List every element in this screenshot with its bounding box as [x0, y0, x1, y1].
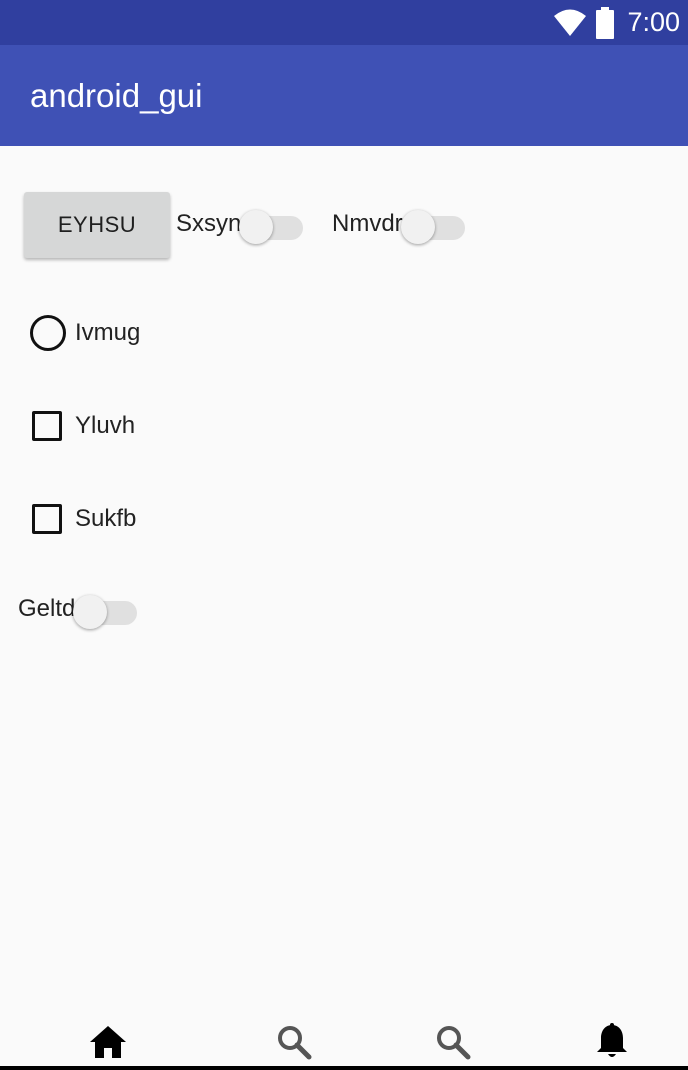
app-title: android_gui: [30, 77, 203, 114]
nav-home[interactable]: [88, 1022, 128, 1062]
checkbox[interactable]: [32, 411, 62, 441]
app-bar: android_gui: [0, 45, 688, 146]
checkbox-label: Sukfb: [75, 505, 137, 532]
switch-label: Sxsyn: [176, 210, 242, 237]
nav-notifications[interactable]: [592, 1022, 632, 1062]
nmvdr-switch[interactable]: [400, 206, 467, 244]
search-icon: [437, 1026, 471, 1060]
status-icons: 7:00: [553, 0, 680, 45]
checkbox[interactable]: [32, 504, 62, 534]
switch-geltd-row[interactable]: Geltd: [18, 589, 139, 629]
search-icon: [278, 1026, 312, 1060]
switch-sxsyn-row[interactable]: Sxsyn: [176, 204, 305, 244]
switch-label: Geltd: [18, 595, 76, 622]
radio-label: Ivmug: [75, 319, 141, 346]
eyhsu-button[interactable]: EYHSU: [24, 192, 170, 258]
checkbox-yluvh-row[interactable]: Yluvh: [30, 406, 135, 446]
checkbox-label: Yluvh: [75, 412, 136, 439]
checkbox-sukfb-row[interactable]: Sukfb: [30, 499, 136, 539]
status-time: 7:00: [627, 7, 680, 37]
bottom-navigation: [0, 1018, 688, 1066]
nav-search-2[interactable]: [433, 1022, 473, 1062]
status-bar: 7:00: [0, 0, 688, 45]
geltd-switch[interactable]: [73, 591, 139, 629]
notifications-icon: [597, 1023, 627, 1057]
battery-icon: [596, 6, 615, 39]
nav-search-1[interactable]: [274, 1022, 314, 1062]
wifi-icon: [554, 9, 587, 36]
radio-button[interactable]: [30, 315, 66, 351]
switch-nmvdr-row[interactable]: Nmvdr: [332, 204, 467, 244]
sxsyn-switch[interactable]: [239, 206, 305, 244]
home-icon: [90, 1026, 126, 1058]
switch-label: Nmvdr: [332, 210, 403, 237]
radio-ivmug-row[interactable]: Ivmug: [30, 313, 140, 353]
bottom-edge: [0, 1066, 688, 1070]
switch-thumb: [400, 210, 435, 244]
